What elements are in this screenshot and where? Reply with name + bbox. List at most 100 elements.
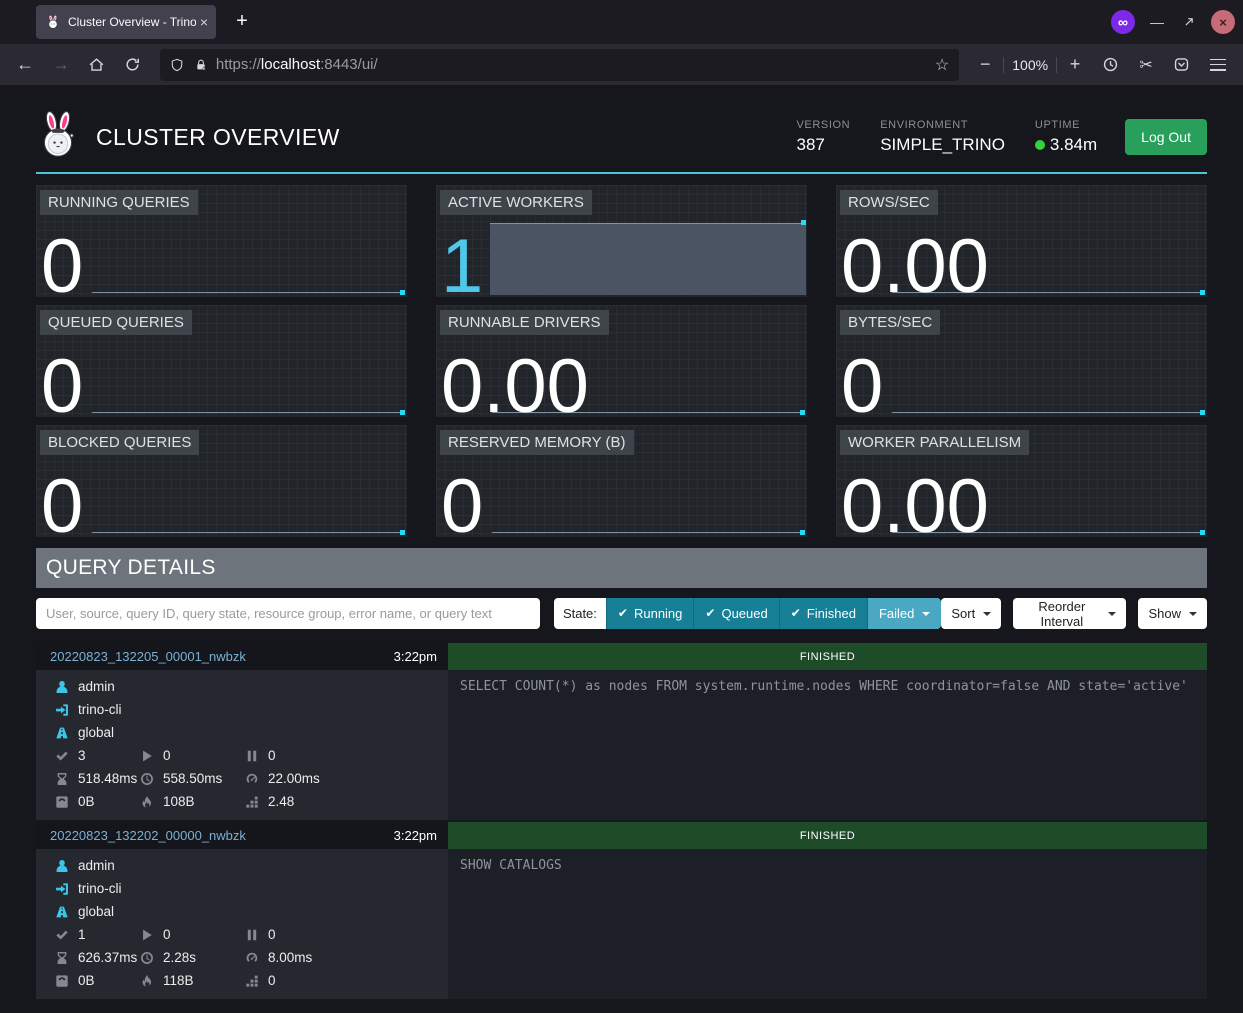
forward-button[interactable]: → bbox=[46, 50, 76, 80]
elapsed-time-clock-icon bbox=[140, 772, 154, 786]
uptime-label: UPTIME bbox=[1035, 119, 1097, 131]
query-search-input[interactable] bbox=[36, 598, 540, 629]
screenshot-scissors-icon[interactable]: ✂ bbox=[1131, 50, 1161, 80]
running-splits-play-icon bbox=[140, 928, 154, 942]
query-filter-toolbar: State: ✔Running ✔Queued ✔Finished Failed… bbox=[36, 598, 1207, 629]
sparkline-dot bbox=[801, 220, 806, 225]
chevron-down-icon bbox=[922, 612, 930, 616]
sparkline-dot bbox=[400, 290, 405, 295]
sparkline-dot bbox=[1200, 530, 1205, 535]
query-id-link[interactable]: 20220823_132202_00000_nwbzk bbox=[50, 828, 246, 843]
home-button[interactable] bbox=[82, 50, 112, 80]
query-id-link[interactable]: 20220823_132205_00001_nwbzk bbox=[50, 649, 246, 664]
query-list: 20220823_132205_00001_nwbzk 3:22pm FINIS… bbox=[36, 643, 1207, 999]
browser-titlebar: Cluster Overview - Trino × + ∞ — × bbox=[0, 0, 1243, 44]
private-browsing-icon: ∞ bbox=[1111, 10, 1135, 34]
lock-warning-icon[interactable] bbox=[194, 58, 208, 72]
sparkline bbox=[490, 223, 806, 295]
back-button[interactable]: ← bbox=[10, 50, 40, 80]
uptime-status-dot bbox=[1035, 140, 1045, 150]
current-memory-scale-icon bbox=[55, 795, 69, 809]
cpu-time-gauge-icon bbox=[245, 951, 259, 965]
state-filter-queued[interactable]: ✔Queued bbox=[693, 598, 778, 629]
active-workers-link[interactable]: 1 bbox=[441, 229, 483, 305]
chevron-down-icon bbox=[983, 612, 991, 616]
sparkline-dot bbox=[800, 530, 805, 535]
reorder-interval-dropdown[interactable]: Reorder Interval bbox=[1013, 598, 1126, 629]
url-text[interactable]: https://localhost:8443/ui/ bbox=[216, 56, 935, 73]
stat-card-worker-parallelism: WORKER PARALLELISM 0.00 bbox=[836, 425, 1207, 537]
completed-splits-check-icon bbox=[55, 749, 69, 763]
sparkline-dot bbox=[800, 410, 805, 415]
check-icon: ✔ bbox=[705, 598, 715, 629]
maximize-button[interactable] bbox=[1179, 15, 1199, 29]
menu-hamburger-icon[interactable] bbox=[1203, 50, 1233, 80]
source-login-icon bbox=[55, 882, 69, 896]
current-memory-scale-icon bbox=[55, 974, 69, 988]
user-icon bbox=[55, 859, 69, 873]
header-accent-rule bbox=[36, 172, 1207, 174]
tab-title: Cluster Overview - Trino bbox=[68, 15, 196, 29]
running-splits-play-icon bbox=[140, 749, 154, 763]
new-tab-button[interactable]: + bbox=[228, 8, 256, 36]
tab-close-icon[interactable]: × bbox=[200, 14, 208, 30]
state-filter-finished[interactable]: ✔Finished bbox=[779, 598, 867, 629]
sparkline-dot bbox=[1200, 290, 1205, 295]
query-source: trino-cli bbox=[78, 702, 122, 717]
peak-memory-fire-icon bbox=[140, 795, 154, 809]
wall-time-hourglass-icon bbox=[55, 772, 69, 786]
minimize-button[interactable]: — bbox=[1147, 14, 1167, 30]
stat-card-blocked-queries: BLOCKED QUERIES 0 bbox=[36, 425, 407, 537]
stat-card-runnable-drivers: RUNNABLE DRIVERS 0.00 bbox=[436, 305, 807, 417]
shield-icon[interactable] bbox=[170, 58, 184, 72]
query-header: 20220823_132202_00000_nwbzk 3:22pm bbox=[36, 822, 448, 849]
show-dropdown[interactable]: Show bbox=[1138, 598, 1207, 629]
zoom-in-button[interactable]: + bbox=[1065, 50, 1085, 80]
query-header: 20220823_132205_00001_nwbzk 3:22pm bbox=[36, 643, 448, 670]
version-value: 387 bbox=[797, 135, 851, 155]
chevron-down-icon bbox=[1189, 612, 1197, 616]
query-time: 3:22pm bbox=[394, 649, 437, 664]
sparkline-dot bbox=[400, 410, 405, 415]
trino-favicon bbox=[46, 15, 60, 29]
cumulative-memory-bars-icon bbox=[245, 795, 259, 809]
completed-splits-check-icon bbox=[55, 928, 69, 942]
query-status-bar: FINISHED bbox=[448, 822, 1207, 849]
uptime-value: 3.84m bbox=[1050, 135, 1097, 155]
state-filter-label: State: bbox=[554, 598, 606, 629]
query-time: 3:22pm bbox=[394, 828, 437, 843]
check-icon: ✔ bbox=[791, 598, 801, 629]
bookmark-star-icon[interactable]: ☆ bbox=[935, 55, 949, 75]
history-clock-icon[interactable] bbox=[1095, 50, 1125, 80]
sort-dropdown[interactable]: Sort bbox=[941, 598, 1001, 629]
browser-tab[interactable]: Cluster Overview - Trino × bbox=[36, 5, 216, 39]
environment-meta: ENVIRONMENT SIMPLE_TRINO bbox=[880, 119, 1005, 155]
page-header: CLUSTER OVERVIEW VERSION 387 ENVIRONMENT… bbox=[36, 85, 1207, 172]
stat-card-bytes-sec: BYTES/SEC 0 bbox=[836, 305, 1207, 417]
stats-grid: RUNNING QUERIES 0 ACTIVE WORKERS 1 ROWS/… bbox=[36, 185, 1207, 537]
pocket-icon[interactable] bbox=[1167, 50, 1197, 80]
state-filter-running[interactable]: ✔Running bbox=[606, 598, 694, 629]
elapsed-time-clock-icon bbox=[140, 951, 154, 965]
logout-button[interactable]: Log Out bbox=[1125, 119, 1207, 155]
close-button[interactable]: × bbox=[1211, 10, 1235, 34]
zoom-out-button[interactable]: − bbox=[975, 50, 995, 80]
state-filter-failed[interactable]: Failed bbox=[867, 598, 941, 629]
queued-splits-pause-icon bbox=[245, 749, 259, 763]
check-icon: ✔ bbox=[618, 598, 628, 629]
stat-card-reserved-memory: RESERVED MEMORY (B) 0 bbox=[436, 425, 807, 537]
query-row: 20220823_132205_00001_nwbzk 3:22pm FINIS… bbox=[36, 643, 1207, 820]
queued-splits-pause-icon bbox=[245, 928, 259, 942]
page-title: CLUSTER OVERVIEW bbox=[96, 124, 340, 151]
resource-group-road-icon bbox=[55, 905, 69, 919]
query-sql-text: SHOW CATALOGS bbox=[448, 849, 1207, 999]
sparkline-dot bbox=[400, 530, 405, 535]
reload-button[interactable] bbox=[118, 50, 148, 80]
source-login-icon bbox=[55, 703, 69, 717]
zoom-level[interactable]: 100% bbox=[1012, 57, 1048, 73]
url-bar[interactable]: https://localhost:8443/ui/ ☆ bbox=[160, 49, 959, 81]
divider bbox=[1003, 57, 1004, 73]
cpu-time-gauge-icon bbox=[245, 772, 259, 786]
query-user: admin bbox=[78, 679, 115, 694]
version-label: VERSION bbox=[797, 119, 851, 131]
